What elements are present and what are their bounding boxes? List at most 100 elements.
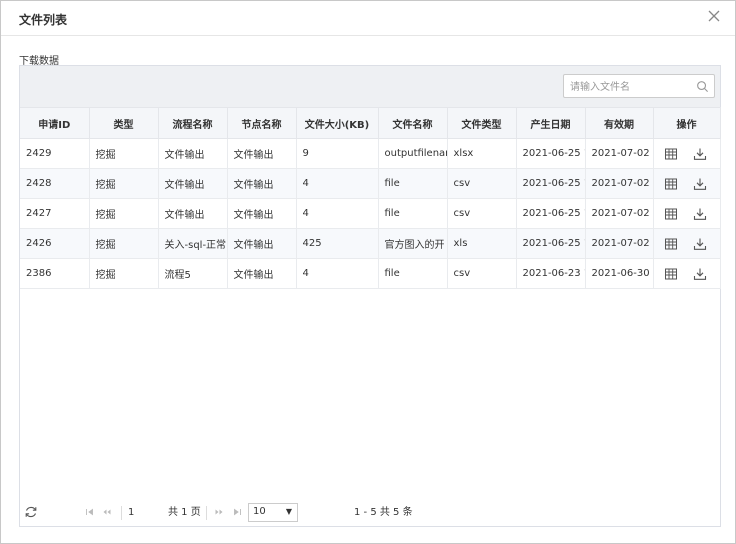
- cell-created: 2021-06-25 1: [516, 138, 586, 169]
- cell-filetype: csv: [447, 258, 517, 289]
- download-icon[interactable]: [693, 267, 707, 281]
- col-header[interactable]: 产生日期: [516, 107, 586, 139]
- cell-id: 2426: [20, 228, 90, 259]
- table-row[interactable]: 2428 挖掘 文件输出 文件输出 4 file csv 2021-06-25 …: [20, 168, 721, 199]
- table-row[interactable]: 2386 挖掘 流程5 文件输出 4 file csv 2021-06-23 1…: [20, 258, 721, 289]
- search-box: [563, 74, 715, 99]
- search-input[interactable]: [564, 76, 684, 99]
- col-header[interactable]: 文件大小(KB): [296, 107, 379, 139]
- col-header[interactable]: 申请ID: [20, 107, 90, 139]
- table-row[interactable]: 2426 挖掘 关入-sql-正常 文件输出 425 官方图入的开 xls 20…: [20, 228, 721, 259]
- cell-type: 挖掘: [89, 198, 159, 229]
- page-size-value: 10: [253, 506, 266, 517]
- cell-node: 文件输出: [227, 228, 297, 259]
- table-view-icon[interactable]: [664, 177, 678, 191]
- cell-filetype: csv: [447, 198, 517, 229]
- cell-expires: 2021-07-02 1: [585, 198, 654, 229]
- col-header[interactable]: 文件名称: [378, 107, 448, 139]
- cell-created: 2021-06-23 1: [516, 258, 586, 289]
- cell-expires: 2021-07-02 1: [585, 228, 654, 259]
- cell-filetype: csv: [447, 168, 517, 199]
- table-toolbar: [20, 66, 720, 107]
- col-header[interactable]: 流程名称: [158, 107, 228, 139]
- cell-ops: [653, 228, 721, 259]
- col-header[interactable]: 类型: [89, 107, 159, 139]
- last-page-icon[interactable]: [232, 507, 242, 517]
- first-page-icon[interactable]: [85, 507, 95, 517]
- cell-created: 2021-06-25 1: [516, 198, 586, 229]
- record-range-label: 1 - 5 共 5 条: [354, 507, 413, 518]
- next-page-icon[interactable]: [214, 507, 224, 517]
- cell-id: 2428: [20, 168, 90, 199]
- cell-expires: 2021-07-02 1: [585, 138, 654, 169]
- total-pages-label: 共 1 页: [168, 507, 201, 518]
- table-view-icon[interactable]: [664, 237, 678, 251]
- table-view-icon[interactable]: [664, 147, 678, 161]
- cell-size: 425: [296, 228, 379, 259]
- cell-id: 2429: [20, 138, 90, 169]
- table-view-icon[interactable]: [664, 267, 678, 281]
- cell-flow: 关入-sql-正常: [158, 228, 228, 259]
- caret-down-icon: ▼: [285, 507, 292, 516]
- col-header[interactable]: 文件类型: [447, 107, 517, 139]
- cell-node: 文件输出: [227, 138, 297, 169]
- pager-separator: [206, 506, 207, 520]
- col-header: 操作: [653, 107, 721, 139]
- download-icon[interactable]: [693, 207, 707, 221]
- file-list-dialog: 文件列表 下载数据 请输入文件名 申请ID 类型 流程名称 节点名称 文件大小(…: [0, 0, 736, 544]
- table-view-icon[interactable]: [664, 207, 678, 221]
- cell-size: 4: [296, 258, 379, 289]
- table-header-row: 申请ID 类型 流程名称 节点名称 文件大小(KB) 文件名称 文件类型 产生日…: [20, 107, 721, 139]
- cell-filename: outputfilename: [378, 138, 448, 169]
- download-icon[interactable]: [693, 147, 707, 161]
- cell-filename: file: [378, 258, 448, 289]
- cell-size: 4: [296, 168, 379, 199]
- cell-node: 文件输出: [227, 258, 297, 289]
- cell-node: 文件输出: [227, 168, 297, 199]
- dialog-header: 文件列表: [1, 1, 735, 36]
- cell-type: 挖掘: [89, 228, 159, 259]
- cell-size: 9: [296, 138, 379, 169]
- download-icon[interactable]: [693, 177, 707, 191]
- cell-created: 2021-06-25 1: [516, 168, 586, 199]
- download-icon[interactable]: [693, 237, 707, 251]
- file-table: 申请ID 类型 流程名称 节点名称 文件大小(KB) 文件名称 文件类型 产生日…: [20, 107, 721, 289]
- cell-filetype: xlsx: [447, 138, 517, 169]
- file-table-panel: 申请ID 类型 流程名称 节点名称 文件大小(KB) 文件名称 文件类型 产生日…: [19, 65, 721, 527]
- cell-type: 挖掘: [89, 258, 159, 289]
- cell-ops: [653, 168, 721, 199]
- table-row[interactable]: 2429 挖掘 文件输出 文件输出 9 outputfilename xlsx …: [20, 138, 721, 169]
- cell-flow: 文件输出: [158, 138, 228, 169]
- cell-flow: 文件输出: [158, 168, 228, 199]
- table-row[interactable]: 2427 挖掘 文件输出 文件输出 4 file csv 2021-06-25 …: [20, 198, 721, 229]
- cell-filename: file: [378, 198, 448, 229]
- page-size-select[interactable]: 10 ▼: [248, 503, 298, 522]
- cell-filename: 官方图入的开: [378, 228, 448, 259]
- prev-page-icon[interactable]: [102, 507, 112, 517]
- col-header[interactable]: 有效期: [585, 107, 654, 139]
- cell-flow: 文件输出: [158, 198, 228, 229]
- cell-size: 4: [296, 198, 379, 229]
- cell-ops: [653, 258, 721, 289]
- col-header[interactable]: 节点名称: [227, 107, 297, 139]
- pagination-bar: 1 共 1 页 10 ▼ 1 - 5 共 5 条: [20, 500, 720, 526]
- dialog-body: 下载数据 申请ID: [1, 36, 735, 543]
- cell-type: 挖掘: [89, 138, 159, 169]
- cell-node: 文件输出: [227, 198, 297, 229]
- cell-flow: 流程5: [158, 258, 228, 289]
- cell-ops: [653, 138, 721, 169]
- cell-expires: 2021-06-30 1: [585, 258, 654, 289]
- cell-filetype: xls: [447, 228, 517, 259]
- close-icon[interactable]: [706, 8, 722, 24]
- search-icon[interactable]: [696, 80, 709, 93]
- cell-id: 2386: [20, 258, 90, 289]
- dialog-title: 文件列表: [19, 13, 68, 27]
- cell-expires: 2021-07-02 1: [585, 168, 654, 199]
- cell-created: 2021-06-25 1: [516, 228, 586, 259]
- current-page-input[interactable]: 1: [128, 505, 150, 521]
- pager-separator: [121, 506, 122, 520]
- cell-id: 2427: [20, 198, 90, 229]
- cell-type: 挖掘: [89, 168, 159, 199]
- cell-filename: file: [378, 168, 448, 199]
- refresh-icon[interactable]: [24, 505, 38, 519]
